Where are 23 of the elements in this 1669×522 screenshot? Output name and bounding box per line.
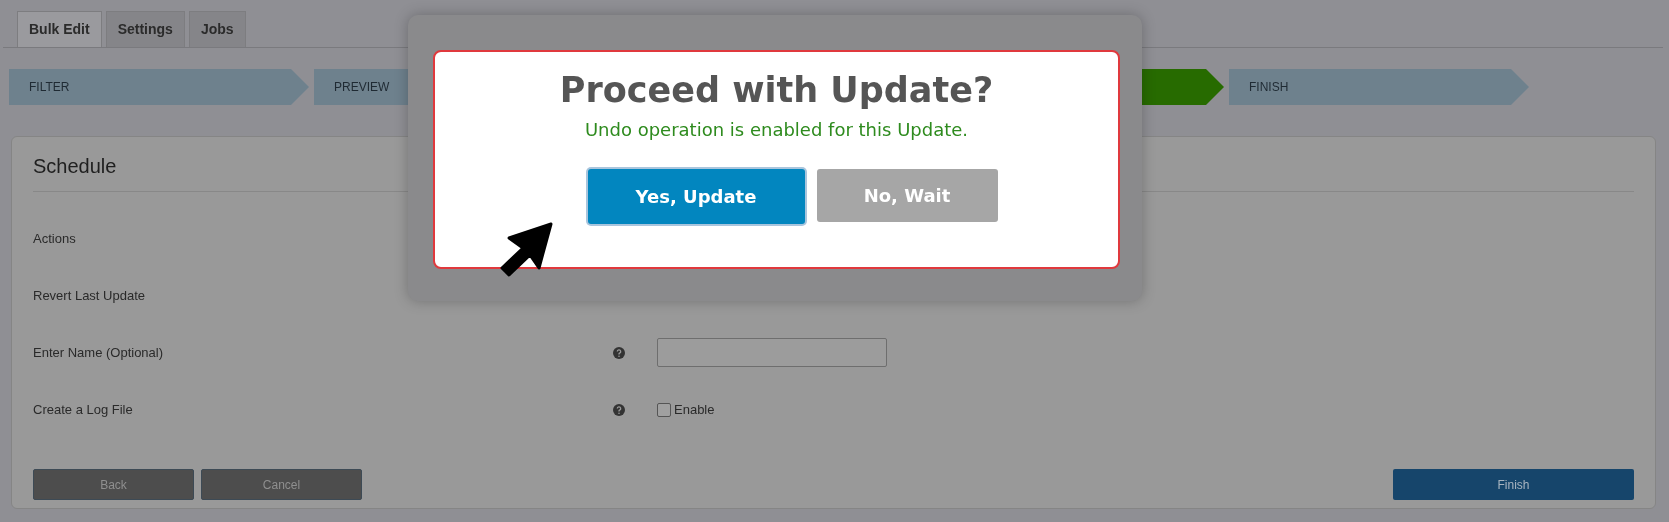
name-input[interactable]: [657, 338, 887, 367]
help-icon: [613, 346, 625, 359]
help-icon: [613, 403, 625, 416]
step-label: FINISH: [1249, 79, 1289, 96]
tab[interactable]: Settings: [105, 11, 185, 47]
field-label: Enter Name (Optional): [33, 343, 165, 362]
tab[interactable]: Jobs: [188, 11, 246, 47]
field-label: Revert Last Update: [33, 286, 146, 305]
field-label: Actions: [33, 229, 77, 248]
step-label: PREVIEW: [334, 79, 390, 96]
footer-button[interactable]: Cancel: [201, 469, 362, 500]
cursor-arrow-icon: [499, 222, 553, 277]
tab[interactable]: Bulk Edit: [17, 11, 102, 47]
field-label: Create a Log File: [33, 400, 134, 419]
step-label: FILTER: [29, 79, 70, 96]
checkbox-label: Enable: [674, 400, 715, 419]
footer-button[interactable]: Back: [33, 469, 194, 500]
finish-button[interactable]: Finish: [1393, 469, 1634, 500]
dialog-title: Proceed with Update?: [559, 69, 994, 112]
checkbox[interactable]: [657, 402, 671, 417]
decline-button[interactable]: No, Wait: [816, 169, 998, 222]
confirm-button[interactable]: Yes, Update: [587, 169, 805, 224]
dialog-message: Undo operation is enabled for this Update.: [584, 118, 969, 142]
